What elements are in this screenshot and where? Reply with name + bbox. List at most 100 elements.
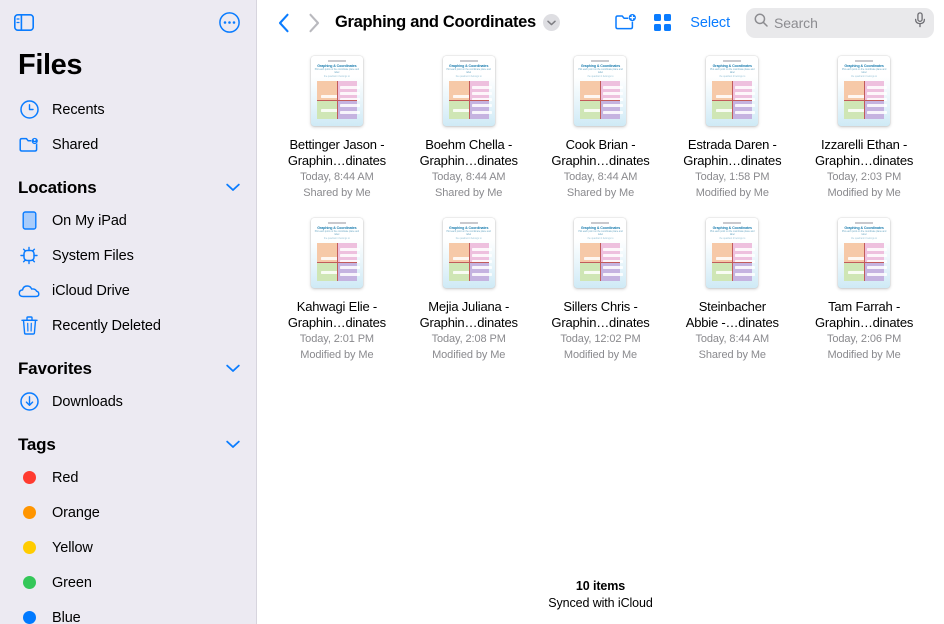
file-thumbnail[interactable]: Graphing & CoordinatesPlot each point on… [308, 215, 366, 291]
file-tile[interactable]: Graphing & CoordinatesPlot each point on… [403, 53, 535, 201]
toolbar: Graphing and Coordinates [257, 0, 944, 45]
quadrant-2-cell [712, 243, 732, 262]
file-thumbnail[interactable]: Graphing & CoordinatesPlot each point on… [703, 53, 761, 129]
preview-header-rule [328, 222, 346, 224]
status-footer: 10 items Synced with iCloud [257, 579, 944, 610]
file-grid-area: Graphing & CoordinatesPlot each point on… [257, 45, 944, 624]
file-thumbnail[interactable]: Graphing & CoordinatesPlot each point on… [571, 53, 629, 129]
clock-icon [18, 99, 40, 121]
x-axis-line [580, 262, 620, 263]
grid-view-button[interactable] [644, 7, 680, 39]
chevron-down-icon[interactable] [226, 179, 240, 197]
chevron-down-icon[interactable] [226, 360, 240, 378]
ellipsis-circle-icon[interactable] [219, 12, 240, 33]
chevron-down-icon[interactable] [543, 14, 560, 31]
sidebar-section-tags[interactable]: Tags [0, 419, 256, 460]
file-tile[interactable]: Graphing & CoordinatesPlot each point on… [535, 215, 667, 363]
file-date: Today, 8:44 AM [300, 170, 374, 185]
file-thumbnail[interactable]: Graphing & CoordinatesPlot each point on… [571, 215, 629, 291]
sidebar-item-tag-red[interactable]: Red [0, 460, 256, 495]
microphone-icon[interactable] [914, 12, 926, 33]
sidebar-item-recents[interactable]: Recents [0, 92, 256, 127]
quadrant-4-cell [469, 262, 489, 281]
preview-subtitle-2: the quadrant it belongs to [446, 76, 492, 78]
sidebar-item-tag-green[interactable]: Green [0, 565, 256, 600]
file-tile[interactable]: Graphing & CoordinatesPlot each point on… [666, 53, 798, 201]
sidebar-item-downloads[interactable]: Downloads [0, 384, 256, 419]
file-thumbnail[interactable]: Graphing & CoordinatesPlot each point on… [440, 53, 498, 129]
tag-dot-icon [18, 572, 40, 594]
file-name: Boehm Chella - Graphin…dinates [420, 137, 518, 169]
preview-title: Graphing & Coordinates [841, 226, 887, 230]
quadrant-3-cell [844, 100, 864, 119]
sidebar-item-tag-blue[interactable]: Blue [0, 600, 256, 624]
x-axis-line [580, 100, 620, 101]
preview-subtitle-2: the quadrant it belongs to [314, 238, 360, 240]
preview-header-rule [460, 60, 478, 62]
file-status: Modified by Me [827, 348, 900, 363]
sidebar-item-on-my-ipad[interactable]: On My iPad [0, 203, 256, 238]
tag-dot-icon [18, 607, 40, 624]
preview-header-rule [591, 222, 609, 224]
file-date: Today, 8:44 AM [695, 332, 769, 347]
preview-header-rule [328, 60, 346, 62]
sidebar-toggle-icon[interactable] [14, 14, 34, 31]
file-thumbnail[interactable]: Graphing & CoordinatesPlot each point on… [308, 53, 366, 129]
file-status: Modified by Me [696, 186, 769, 201]
sidebar-item-system-files[interactable]: System Files [0, 238, 256, 273]
new-folder-button[interactable] [608, 7, 644, 39]
sidebar-section-locations[interactable]: Locations [0, 162, 256, 203]
back-button[interactable] [269, 8, 299, 38]
chevron-down-icon[interactable] [226, 436, 240, 454]
search-field[interactable]: Search [746, 8, 934, 38]
file-thumbnail[interactable]: Graphing & CoordinatesPlot each point on… [835, 215, 893, 291]
file-tile[interactable]: Graphing & CoordinatesPlot each point on… [798, 53, 930, 201]
file-tile[interactable]: Graphing & CoordinatesPlot each point on… [271, 215, 403, 363]
file-status: Modified by Me [564, 348, 637, 363]
preview-header-rule [723, 222, 741, 224]
cloud-icon [18, 280, 40, 302]
quadrant-4-cell [469, 100, 489, 119]
file-tile[interactable]: Graphing & CoordinatesPlot each point on… [271, 53, 403, 201]
file-tile[interactable]: Graphing & CoordinatesPlot each point on… [798, 215, 930, 363]
file-thumbnail[interactable]: Graphing & CoordinatesPlot each point on… [440, 215, 498, 291]
quadrant-2-cell [580, 243, 600, 262]
x-axis-line [844, 100, 884, 101]
preview-quadrant-grid [317, 243, 357, 281]
file-name: Bettinger Jason - Graphin…dinates [288, 137, 386, 169]
file-tile[interactable]: Graphing & CoordinatesPlot each point on… [666, 215, 798, 363]
sidebar-item-recently-deleted[interactable]: Recently Deleted [0, 308, 256, 343]
quadrant-2-cell [317, 243, 337, 262]
breadcrumb[interactable]: Graphing and Coordinates [335, 13, 560, 32]
preview-title: Graphing & Coordinates [841, 64, 887, 68]
preview-subtitle: Plot each point on the coordinate plane … [841, 69, 887, 76]
sidebar-item-label: iCloud Drive [52, 283, 130, 299]
preview-subtitle: Plot each point on the coordinate plane … [314, 231, 360, 238]
select-button[interactable]: Select [680, 15, 740, 31]
preview-subtitle-2: the quadrant it belongs to [709, 76, 755, 78]
quadrant-2-cell [449, 243, 469, 262]
sidebar-item-tag-orange[interactable]: Orange [0, 495, 256, 530]
file-thumbnail[interactable]: Graphing & CoordinatesPlot each point on… [835, 53, 893, 129]
preview-quadrant-grid [449, 243, 489, 281]
file-tile[interactable]: Graphing & CoordinatesPlot each point on… [535, 53, 667, 201]
sidebar-item-label: Orange [52, 505, 100, 521]
preview-title: Graphing & Coordinates [577, 226, 623, 230]
file-grid: Graphing & CoordinatesPlot each point on… [257, 45, 944, 363]
sidebar-item-icloud-drive[interactable]: iCloud Drive [0, 273, 256, 308]
file-name: Mejia Juliana - Graphin…dinates [420, 299, 518, 331]
file-date: Today, 2:03 PM [827, 170, 901, 185]
sidebar-item-label: Downloads [52, 394, 123, 410]
sidebar-item-tag-yellow[interactable]: Yellow [0, 530, 256, 565]
file-status: Modified by Me [432, 348, 505, 363]
preview-quadrant-grid [844, 81, 884, 119]
file-status: Modified by Me [827, 186, 900, 201]
file-date: Today, 2:06 PM [827, 332, 901, 347]
file-thumbnail[interactable]: Graphing & CoordinatesPlot each point on… [703, 215, 761, 291]
sidebar-section-favorites[interactable]: Favorites [0, 343, 256, 384]
file-tile[interactable]: Graphing & CoordinatesPlot each point on… [403, 215, 535, 363]
sidebar-item-shared[interactable]: Shared [0, 127, 256, 162]
quadrant-1-cell [732, 81, 752, 100]
quadrant-2-cell [712, 81, 732, 100]
file-name: Tam Farrah - Graphin…dinates [815, 299, 913, 331]
